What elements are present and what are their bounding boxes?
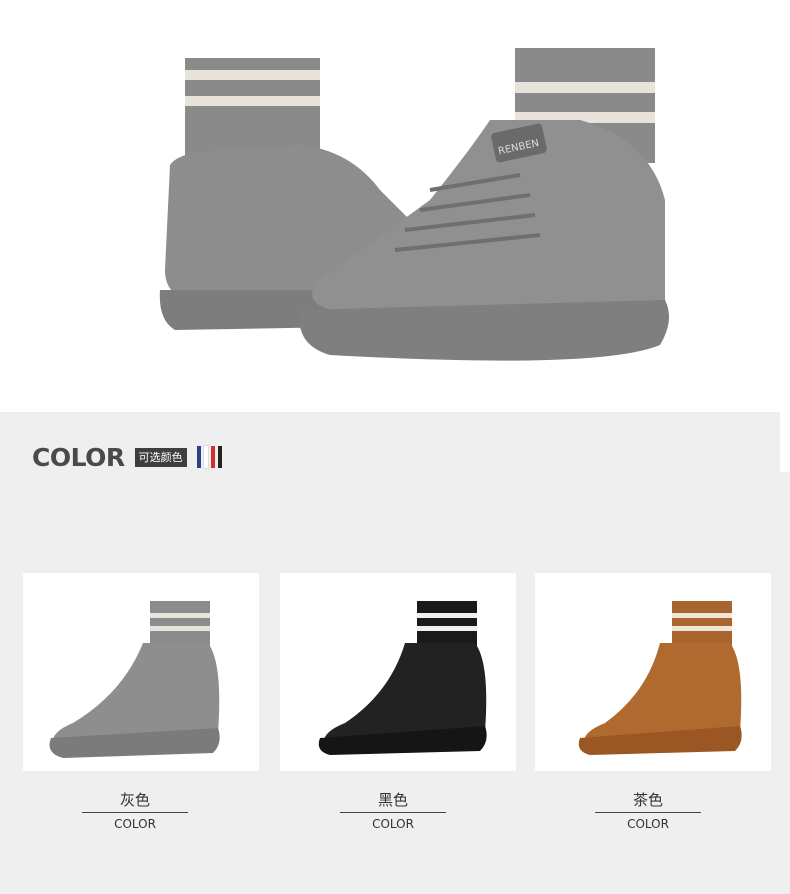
divider	[82, 812, 188, 813]
gray-shoe-image	[49, 601, 220, 758]
divider	[595, 812, 701, 813]
edge-strip	[780, 412, 790, 472]
flag-stripe	[217, 446, 222, 468]
variant-name-zh: 黑色	[377, 791, 408, 809]
variant-card-black[interactable]	[280, 573, 516, 771]
variant-label-black: 黑色 COLOR	[340, 790, 446, 831]
flag-stripe	[202, 445, 209, 469]
divider	[340, 812, 446, 813]
variant-card-brown[interactable]	[535, 573, 771, 771]
color-heading: COLOR 可选颜色	[32, 440, 222, 474]
flag-stripes-icon	[196, 445, 222, 469]
variant-name-zh: 茶色	[632, 791, 663, 809]
hero-product-image: RENBEN	[0, 0, 790, 412]
variant-name-zh: 灰色	[119, 791, 150, 809]
flag-stripe	[196, 446, 201, 468]
hero-shoes-illustration: RENBEN	[159, 48, 669, 361]
variant-name-en: COLOR	[627, 817, 669, 831]
variant-label-brown: 茶色 COLOR	[595, 790, 701, 831]
brown-shoe-image	[578, 601, 742, 755]
variant-name-en: COLOR	[114, 817, 156, 831]
variant-card-gray[interactable]	[23, 573, 259, 771]
flag-stripe	[210, 446, 215, 468]
variant-name-en: COLOR	[372, 817, 414, 831]
color-title: COLOR	[32, 442, 125, 472]
black-shoe-image	[318, 601, 487, 755]
color-tag: 可选颜色	[134, 447, 187, 467]
variant-label-gray: 灰色 COLOR	[82, 790, 188, 831]
